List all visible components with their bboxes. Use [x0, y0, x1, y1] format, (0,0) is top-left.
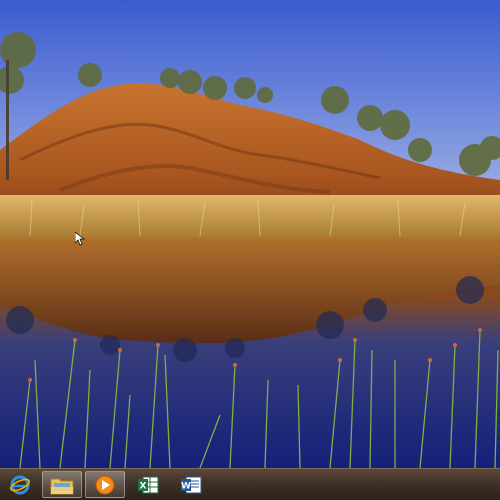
word-icon: W: [181, 476, 202, 493]
svg-text:W: W: [181, 481, 191, 491]
taskbar: X W: [0, 468, 500, 500]
taskbar-word[interactable]: W: [171, 471, 211, 498]
taskbar-excel[interactable]: X: [128, 471, 168, 498]
desktop[interactable]: X W: [0, 0, 500, 500]
taskbar-media-player[interactable]: [85, 471, 125, 498]
file-explorer-icon: [50, 478, 74, 494]
internet-explorer-icon: [10, 475, 30, 494]
taskbar-internet-explorer[interactable]: [0, 471, 40, 498]
media-player-icon: [95, 475, 115, 494]
svg-text:X: X: [140, 481, 147, 491]
taskbar-file-explorer[interactable]: [42, 471, 82, 498]
mouse-cursor-icon: [75, 232, 85, 246]
excel-icon: X: [138, 476, 159, 493]
